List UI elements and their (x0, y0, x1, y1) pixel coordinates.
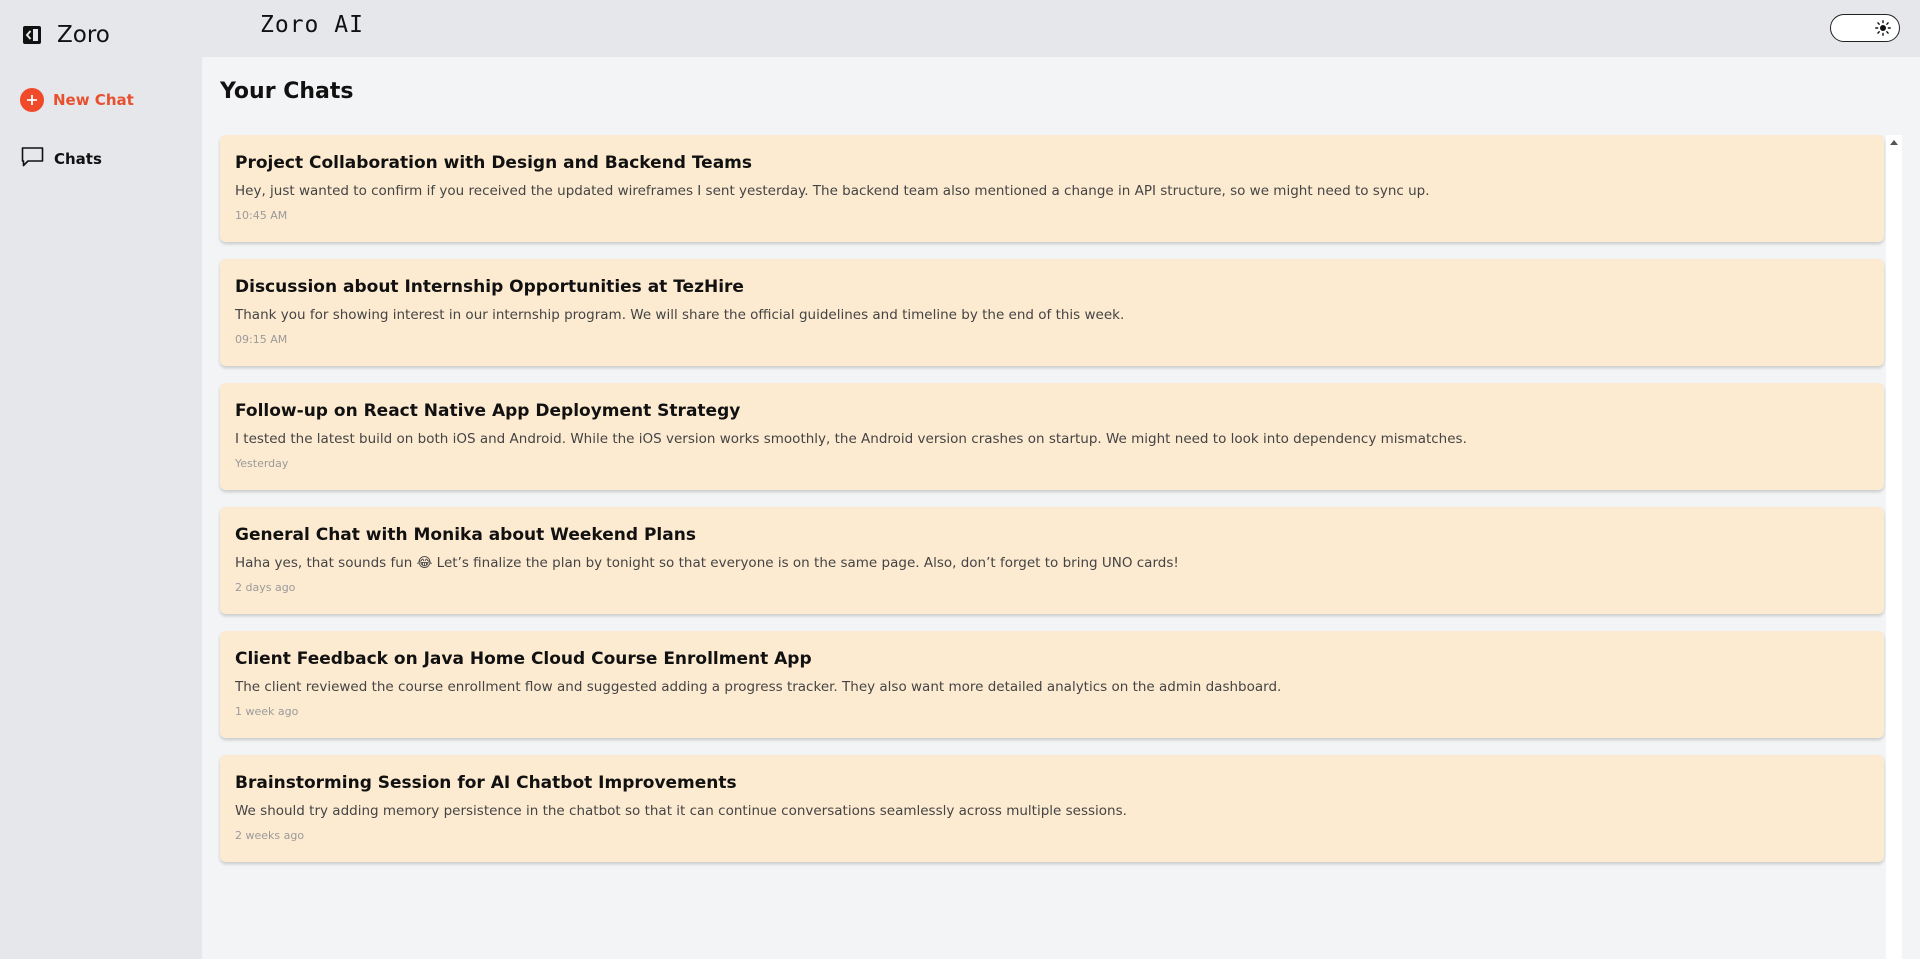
scroll-up-arrow-icon[interactable] (1890, 140, 1898, 145)
new-chat-label: New Chat (53, 91, 134, 109)
chat-card[interactable]: Follow-up on React Native App Deployment… (220, 383, 1884, 490)
top-bar: Zoro AI (202, 0, 1920, 57)
chat-title: Project Collaboration with Design and Ba… (235, 153, 753, 173)
new-chat-button[interactable]: New Chat (20, 88, 134, 112)
chat-preview: Haha yes, that sounds fun 😂 Let’s finali… (235, 555, 1179, 571)
main-content: Your Chats Project Collaboration with De… (202, 57, 1920, 959)
chat-preview: Thank you for showing interest in our in… (235, 307, 1125, 323)
chat-timestamp: 10:45 AM (235, 209, 288, 222)
chat-bubble-icon (20, 146, 45, 172)
chat-timestamp: 09:15 AM (235, 333, 288, 346)
sidebar-item-chats[interactable]: Chats (20, 146, 102, 172)
scrollbar[interactable] (1886, 135, 1902, 959)
sidebar: Zoro New Chat Chats (0, 0, 202, 959)
chat-timestamp: 1 week ago (235, 705, 299, 718)
sun-icon (1875, 20, 1891, 40)
brand: Zoro (22, 22, 110, 48)
chat-title: Discussion about Internship Opportunitie… (235, 277, 744, 297)
chat-preview: We should try adding memory persistence … (235, 803, 1127, 819)
chat-card[interactable]: Project Collaboration with Design and Ba… (220, 135, 1884, 242)
chat-card[interactable]: Brainstorming Session for AI Chatbot Imp… (220, 755, 1884, 862)
plus-icon (20, 88, 44, 112)
chat-title: Brainstorming Session for AI Chatbot Imp… (235, 773, 737, 793)
chat-timestamp: Yesterday (235, 457, 289, 470)
chat-timestamp: 2 weeks ago (235, 829, 305, 842)
chat-title: Client Feedback on Java Home Cloud Cours… (235, 649, 812, 669)
chat-list: Project Collaboration with Design and Ba… (220, 135, 1884, 879)
chat-preview: Hey, just wanted to confirm if you recei… (235, 183, 1430, 199)
brand-name: Zoro (57, 22, 110, 48)
chat-title: General Chat with Monika about Weekend P… (235, 525, 696, 545)
chat-card[interactable]: General Chat with Monika about Weekend P… (220, 507, 1884, 614)
chats-label: Chats (54, 150, 102, 168)
chat-preview: The client reviewed the course enrollmen… (235, 679, 1282, 695)
chat-card[interactable]: Discussion about Internship Opportunitie… (220, 259, 1884, 366)
sidebar-toggle-icon[interactable] (22, 25, 42, 45)
chat-preview: I tested the latest build on both iOS an… (235, 431, 1467, 447)
page-title: Your Chats (220, 79, 354, 104)
app-title: Zoro AI (260, 12, 364, 38)
chat-timestamp: 2 days ago (235, 581, 296, 594)
theme-toggle[interactable] (1830, 14, 1900, 42)
chat-title: Follow-up on React Native App Deployment… (235, 401, 741, 421)
chat-card[interactable]: Client Feedback on Java Home Cloud Cours… (220, 631, 1884, 738)
